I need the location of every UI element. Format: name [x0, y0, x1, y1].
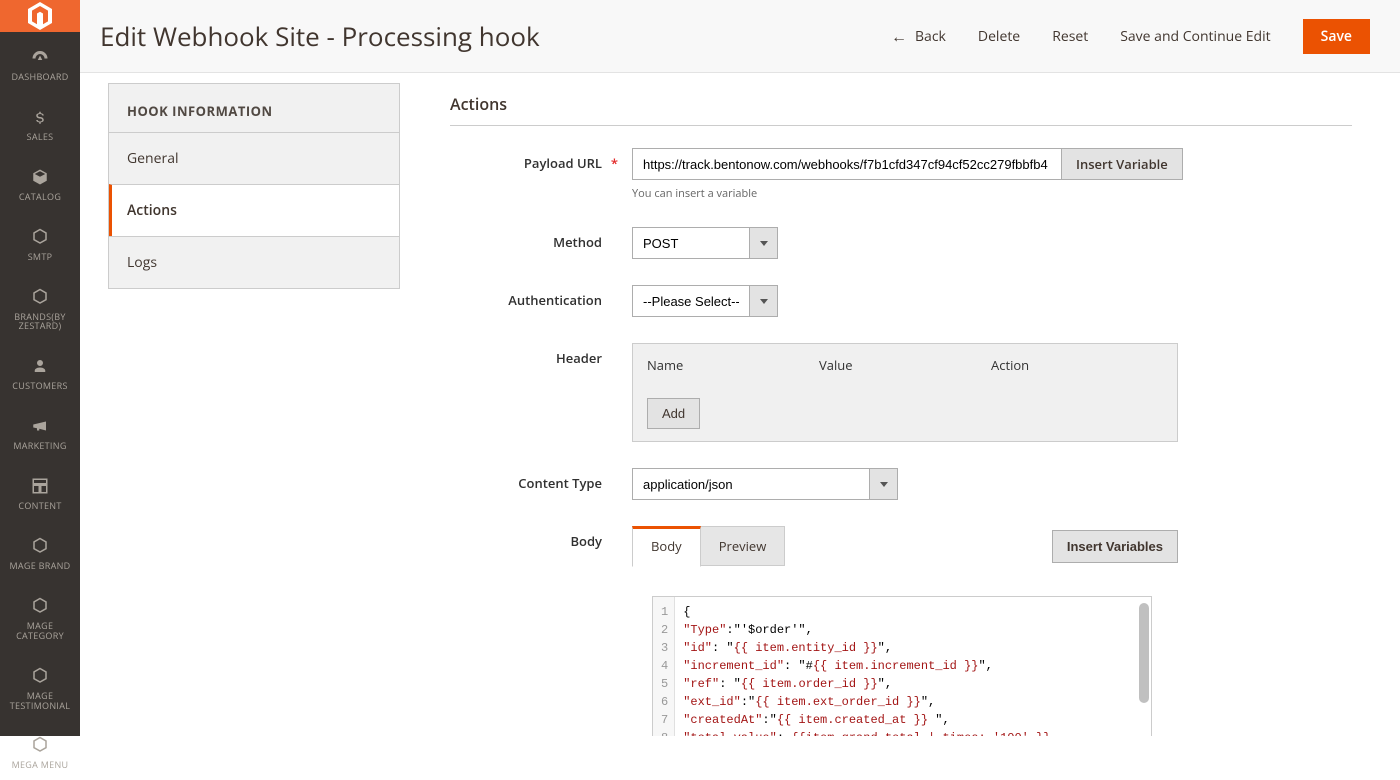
nav-smtp[interactable]: SMTP — [0, 212, 80, 272]
arrow-left-icon: ← — [891, 25, 907, 47]
tab-logs[interactable]: Logs — [109, 236, 399, 288]
hex-icon — [31, 734, 49, 756]
nav-mage-testimonial[interactable]: MAGE TESTIMONIAL — [0, 651, 80, 721]
hex-icon — [31, 286, 49, 308]
body-tab-body[interactable]: Body — [632, 526, 701, 567]
hex-icon — [31, 665, 49, 687]
nav-brands[interactable]: BRANDS(BY ZESTARD) — [0, 272, 80, 342]
dollar-icon — [31, 106, 49, 128]
nav-sales[interactable]: SALES — [0, 92, 80, 152]
payload-url-note: You can insert a variable — [632, 186, 1352, 201]
code-gutter: 12345678 — [653, 597, 675, 736]
header-col-value: Value — [819, 356, 991, 374]
method-label: Method — [450, 227, 632, 251]
payload-url-input[interactable] — [632, 148, 1062, 180]
body-label: Body — [450, 526, 632, 550]
authentication-label: Authentication — [450, 285, 632, 309]
nav-label: DASHBOARD — [11, 72, 68, 82]
header-col-action: Action — [991, 356, 1163, 374]
nav-label: MAGE CATEGORY — [4, 621, 76, 641]
nav-label: BRANDS(BY ZESTARD) — [4, 312, 76, 332]
authentication-select[interactable]: --Please Select-- — [632, 285, 778, 317]
code-content[interactable]: { "Type":"'$order'", "id": "{{ item.enti… — [675, 597, 1151, 736]
nav-marketing[interactable]: MARKETING — [0, 401, 80, 461]
chevron-down-icon — [869, 469, 897, 499]
layout-icon — [31, 475, 49, 497]
nav-label: MAGE TESTIMONIAL — [4, 691, 76, 711]
content-type-label: Content Type — [450, 468, 632, 492]
nav-mage-brand[interactable]: MAGE BRAND — [0, 521, 80, 581]
nav-label: MEGA MENU — [12, 760, 69, 770]
box-icon — [31, 166, 49, 188]
content-type-select[interactable]: application/json — [632, 468, 898, 500]
nav-label: SMTP — [28, 252, 53, 262]
delete-button[interactable]: Delete — [978, 27, 1020, 46]
actions-form: Actions Payload URL* Insert Variable You… — [430, 83, 1372, 736]
tab-general[interactable]: General — [109, 132, 399, 184]
header-table: Name Value Action Add — [632, 343, 1178, 442]
nav-label: CUSTOMERS — [12, 381, 67, 391]
method-select[interactable]: POST — [632, 227, 778, 259]
body-tab-preview[interactable]: Preview — [701, 526, 786, 566]
nav-label: CATALOG — [19, 192, 61, 202]
hex-icon — [31, 595, 49, 617]
save-button[interactable]: Save — [1303, 19, 1370, 54]
back-label: Back — [915, 27, 946, 46]
nav-mega-menu[interactable]: MEGA MENU — [0, 720, 80, 780]
hex-icon — [31, 535, 49, 557]
admin-sidebar: DASHBOARD SALES CATALOG SMTP BRANDS(BY Z… — [0, 0, 80, 736]
insert-variables-button[interactable]: Insert Variables — [1052, 530, 1178, 563]
reset-button[interactable]: Reset — [1052, 27, 1088, 46]
megaphone-icon — [31, 415, 49, 437]
nav-label: MAGE BRAND — [9, 561, 70, 571]
magento-logo[interactable] — [0, 0, 80, 32]
nav-mage-category[interactable]: MAGE CATEGORY — [0, 581, 80, 651]
add-header-button[interactable]: Add — [647, 398, 700, 429]
page-title: Edit Webhook Site - Processing hook — [100, 18, 891, 54]
header-label: Header — [450, 343, 632, 367]
payload-url-label: Payload URL* — [450, 148, 632, 172]
save-continue-button[interactable]: Save and Continue Edit — [1120, 27, 1270, 46]
nav-dashboard[interactable]: DASHBOARD — [0, 32, 80, 92]
back-button[interactable]: ← Back — [891, 25, 946, 47]
gauge-icon — [31, 46, 49, 68]
insert-variable-button[interactable]: Insert Variable — [1062, 148, 1183, 180]
tabs-panel-title: HOOK INFORMATION — [109, 84, 399, 132]
nav-content[interactable]: CONTENT — [0, 461, 80, 521]
chevron-down-icon — [749, 228, 777, 258]
person-icon — [31, 355, 49, 377]
nav-catalog[interactable]: CATALOG — [0, 152, 80, 212]
nav-label: MARKETING — [13, 441, 66, 451]
nav-label: CONTENT — [18, 501, 61, 511]
chevron-down-icon — [749, 286, 777, 316]
hook-info-tabs: HOOK INFORMATION General Actions Logs — [108, 83, 400, 289]
tab-actions[interactable]: Actions — [109, 184, 399, 236]
hex-icon — [31, 226, 49, 248]
body-code-editor[interactable]: 12345678 { "Type":"'$order'", "id": "{{ … — [652, 596, 1152, 736]
nav-label: SALES — [27, 132, 54, 142]
code-scrollbar[interactable] — [1139, 603, 1149, 703]
header-col-name: Name — [647, 356, 819, 374]
nav-customers[interactable]: CUSTOMERS — [0, 341, 80, 401]
section-title: Actions — [450, 93, 1352, 126]
page-header: Edit Webhook Site - Processing hook ← Ba… — [80, 0, 1400, 73]
